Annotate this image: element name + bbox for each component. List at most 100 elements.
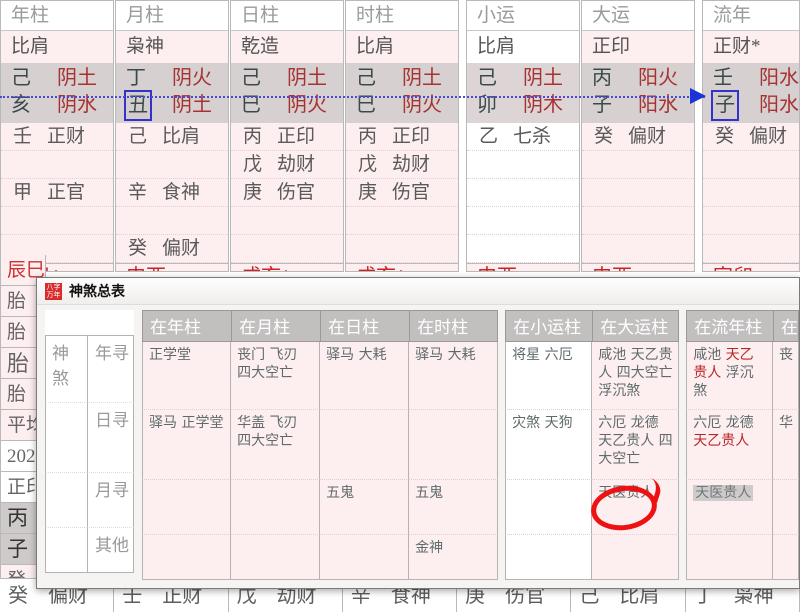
shensha-cell[interactable] [505, 480, 593, 535]
pillar-column[interactable]: 时柱比肩己阴土巳阴火丙正印戊劫财庚伤官戌亥* [345, 0, 459, 272]
shensha-cell[interactable] [773, 535, 799, 580]
hidden-stem-row [467, 207, 579, 235]
pillar-ten-god: 比肩 [467, 31, 579, 63]
shensha-dialog[interactable]: 八字 万年 神煞总表 神煞 年寻 日寻 月寻 其他 在年柱 在月柱 在日柱 在时柱 正学堂 丧门 飞… [36, 277, 800, 589]
shensha-cell[interactable]: 华 [773, 410, 799, 480]
shensha-cell[interactable]: 五鬼 [320, 480, 410, 535]
pillar-column[interactable]: 日柱乾造己阴土巳阴火丙正印戊劫财庚伤官戌亥* [230, 0, 344, 272]
label-row: 神煞 年寻 [45, 335, 135, 403]
hidden-stem-row [582, 151, 694, 179]
ganzhi-char: 己 [477, 67, 497, 89]
pillar-column[interactable]: 大运正印丙阳火子阳水癸偏财申酉 [581, 0, 695, 272]
element-label: 阴火 [172, 67, 212, 89]
hidden-stem: 辛 [128, 182, 148, 203]
shensha-table-luck[interactable]: 在小运柱 在大运柱 将星 六厄 咸池 天乙贵人 四大空亡 浮沉煞 灾煞 天狗 六厄 龙德 … [505, 310, 680, 580]
shensha-cell[interactable]: 六厄 龙德 天乙贵人 四大空亡 [592, 410, 680, 480]
hidden-stem: 庚 [243, 182, 263, 203]
shensha-cell[interactable] [231, 480, 321, 535]
shensha-cell[interactable]: 天医贵人 [686, 480, 773, 535]
hidden-stem-god: 偏财 [628, 126, 667, 147]
shensha-cell[interactable]: 驿马 大耗 [320, 342, 410, 410]
pillar-column[interactable]: 月柱枭神丁阴火丑阴土己比肩辛食神癸偏财申酉 [115, 0, 229, 272]
shensha-table-year[interactable]: 在流年柱在咸池 天乙贵人 浮沉煞丧六厄 龙德 天乙贵人华天医贵人 [686, 310, 799, 580]
shensha-cell[interactable] [320, 410, 410, 480]
table-row: 咸池 天乙贵人 浮沉煞丧 [686, 342, 799, 410]
shensha-cell[interactable]: 将星 六厄 [505, 342, 593, 410]
hidden-stems-list: 壬正财甲正官 [1, 123, 113, 263]
shensha-cell[interactable] [505, 535, 593, 580]
shensha-cell[interactable] [142, 535, 232, 580]
shensha-cell[interactable]: 正学堂 [142, 342, 232, 410]
hidden-stems-list: 丙正印戊劫财庚伤官 [231, 123, 343, 263]
element-label: 阴土 [402, 67, 442, 89]
column-header[interactable]: 在 [773, 310, 799, 342]
shensha-cell[interactable] [592, 535, 680, 580]
hidden-stem-god: 劫财 [392, 154, 431, 175]
pillar-header: 日柱 [231, 1, 343, 31]
shensha-cell[interactable] [773, 480, 799, 535]
shensha-cell[interactable]: 六厄 龙德 天乙贵人 [686, 410, 773, 480]
hidden-stem-row [703, 179, 799, 207]
hidden-stem-row [582, 235, 694, 263]
hidden-stem-row: 丙正印 [231, 123, 343, 151]
column-header[interactable]: 在流年柱 [686, 310, 773, 342]
ganzhi-block[interactable]: 己阴土巳阴火 [346, 63, 458, 123]
hidden-stem: 壬 [13, 126, 33, 147]
column-header[interactable]: 在年柱 [142, 310, 232, 342]
shensha-cell[interactable] [686, 535, 773, 580]
shensha-cell[interactable]: 金神 [409, 535, 499, 580]
heavenly-stem-row: 壬 阳水 [703, 65, 799, 92]
ganzhi-block[interactable]: 己阴土巳阴火 [231, 63, 343, 123]
ganzhi-block[interactable]: 丁阴火丑阴土 [116, 63, 228, 123]
column-header[interactable]: 在小运柱 [505, 310, 593, 342]
heavenly-stem-row: 己 阴土 [1, 65, 113, 92]
label-table-spacer [45, 310, 87, 335]
shensha-cell[interactable]: 五鬼 [409, 480, 499, 535]
shensha-cell[interactable]: 驿马 正学堂 [142, 410, 232, 480]
ganzhi-block[interactable]: 丙阳火子阳水 [582, 63, 694, 123]
dialog-body: 神煞 年寻 日寻 月寻 其他 在年柱 在月柱 在日柱 在时柱 正学堂 丧门 飞刃 四大空亡 驿马 大… [37, 305, 799, 580]
column-header[interactable]: 在日柱 [320, 310, 410, 342]
shensha-cell[interactable]: 丧门 飞刃 四大空亡 [231, 342, 321, 410]
shensha-cell[interactable] [409, 410, 499, 480]
ganzhi-block[interactable]: 壬 阳水子阳水 [703, 63, 799, 123]
shensha-cell[interactable]: 华盖 飞刃 四大空亡 [231, 410, 321, 480]
column-header[interactable]: 在大运柱 [592, 310, 680, 342]
table-row: 天医贵人 [686, 480, 799, 535]
shensha-cell[interactable] [231, 535, 321, 580]
dialog-title-bar[interactable]: 八字 万年 神煞总表 [37, 278, 799, 305]
pillar-ten-god: 枭神 [116, 31, 228, 63]
shensha-cell[interactable]: 丧 [773, 342, 799, 410]
void-branches: 戌亥* [346, 263, 458, 271]
element-label: 阳水 [759, 67, 799, 89]
shensha-cell[interactable] [320, 535, 410, 580]
pillar-column[interactable]: 小运比肩己阴土卯阴木乙七杀申酉 [466, 0, 580, 272]
pillar-column[interactable]: 年柱比肩己阴土亥阴水壬正财甲正官辰巳* [0, 0, 114, 272]
hidden-stem: 癸 [594, 126, 614, 147]
shensha-table-natal[interactable]: 在年柱 在月柱 在日柱 在时柱 正学堂 丧门 飞刃 四大空亡 驿马 大耗 驿马 大耗 驿马 正学… [142, 310, 499, 580]
hidden-stem-row [467, 179, 579, 207]
label-row: 月寻 [45, 473, 135, 528]
hidden-stem-row [703, 151, 799, 179]
shensha-cell[interactable]: 咸池 天乙贵人 浮沉煞 [686, 342, 773, 410]
column-header[interactable]: 在时柱 [409, 310, 499, 342]
column-header[interactable]: 在月柱 [231, 310, 321, 342]
shensha-term-selected: 天医贵人 [693, 485, 754, 501]
shensha-cell[interactable]: 灾煞 天狗 [505, 410, 593, 480]
element-label: 阴土 [523, 67, 563, 89]
pillar-header: 月柱 [116, 1, 228, 31]
shensha-cell[interactable]: 咸池 天乙贵人 四大空亡 浮沉煞 [592, 342, 680, 410]
shensha-cell[interactable]: 驿马 大耗 [409, 342, 499, 410]
pillar-column[interactable]: 流年正财*壬阳水子阳水癸偏财寅卯 [702, 0, 800, 272]
pillar-header: 流年 [703, 1, 799, 31]
selected-char: 子 [711, 90, 739, 121]
ganzhi-char: 壬 [713, 67, 733, 89]
hidden-stem-row: 壬正财 [1, 123, 113, 151]
shensha-cell[interactable]: 天医贵人 [592, 480, 680, 535]
pillar-ten-god: 乾造 [231, 31, 343, 63]
hidden-stem-god: 食神 [162, 182, 201, 203]
shensha-cell[interactable] [142, 480, 232, 535]
ganzhi-block[interactable]: 己阴土亥阴水 [1, 63, 113, 123]
ganzhi-block[interactable]: 己阴土卯阴木 [467, 63, 579, 123]
pillar-header: 大运 [582, 1, 694, 31]
